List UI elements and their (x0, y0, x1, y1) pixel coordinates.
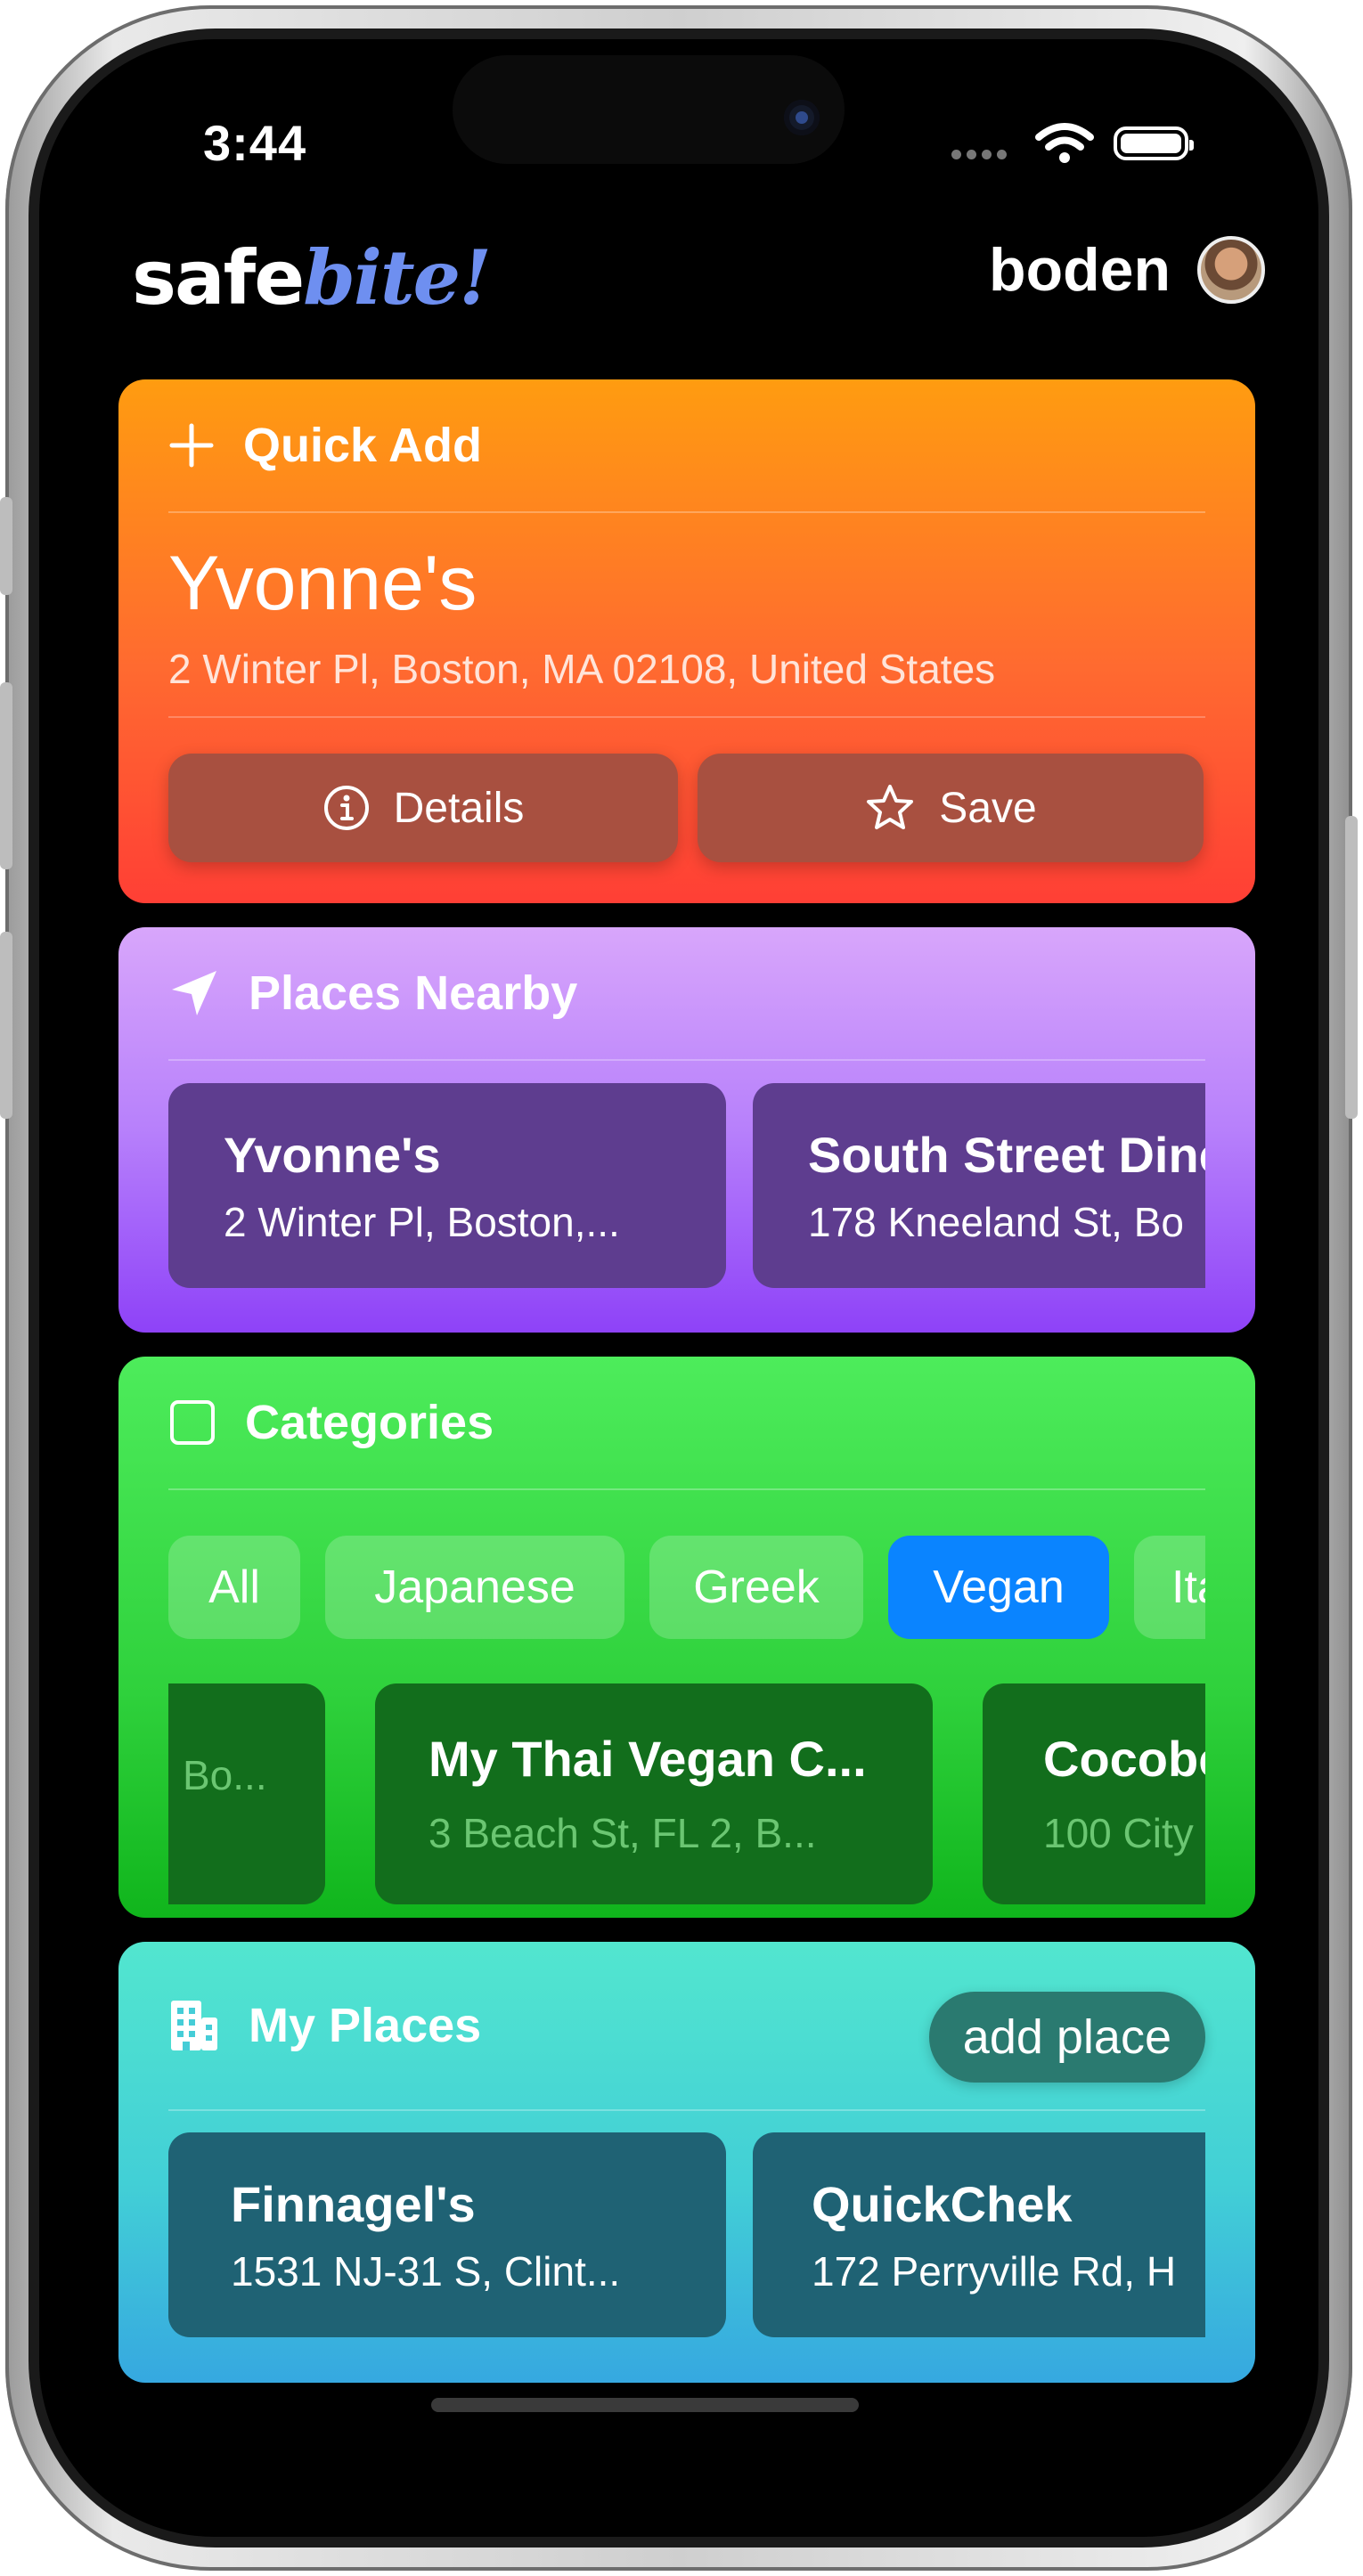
square-icon (170, 1400, 215, 1445)
place-address: 3 Beach St, FL 2, B... (428, 1810, 817, 1856)
quick-add-card: Quick Add Yvonne's 2 Winter Pl, Boston, … (118, 379, 1255, 903)
list-item[interactable]: QuickChek 172 Perryville Rd, H (753, 2132, 1205, 2337)
categories-header: Categories (168, 1357, 1205, 1490)
place-name: South Street Dine (808, 1127, 1205, 1183)
place-address: 1531 NJ-31 S, Clint... (231, 2248, 621, 2295)
categories-card: Categories All Japanese Greek Vegan Ita … (118, 1357, 1255, 1918)
list-item[interactable]: South Street Dine 178 Kneeland St, Bo (753, 1083, 1205, 1288)
star-icon (867, 785, 914, 829)
my-places-list[interactable]: Finnagel's 1531 NJ-31 S, Clint... QuickC… (168, 2132, 1205, 2339)
my-places-card: My Places add place Finnagel's 1531 NJ-3… (118, 1942, 1255, 2383)
place-address: 172 Perryville Rd, H (812, 2248, 1177, 2295)
place-name: QuickChek (812, 2176, 1073, 2232)
chip-italian[interactable]: Ita (1134, 1536, 1205, 1639)
chip-japanese[interactable]: Japanese (325, 1536, 624, 1639)
info-icon (323, 786, 369, 830)
status-time: 3:44 (203, 115, 307, 171)
logo-text-safe: safe (132, 234, 305, 322)
place-name: Cocobe (1043, 1731, 1205, 1787)
plus-icon (169, 423, 214, 468)
place-name: My Thai Vegan C... (428, 1731, 867, 1787)
categories-title: Categories (245, 1396, 494, 1449)
quick-add-place-name: Yvonne's (168, 541, 477, 626)
divider (168, 716, 1205, 718)
logo-text-bite: bite! (303, 233, 492, 322)
camera-icon (784, 100, 820, 135)
place-name: Yvonne's (224, 1127, 441, 1183)
place-name: Finnagel's (231, 2176, 476, 2232)
building-icon (171, 2001, 217, 2050)
list-item[interactable]: Cocobe 100 City (983, 1683, 1205, 1904)
signal-icon (951, 150, 1007, 159)
place-address: 100 City (1043, 1810, 1194, 1856)
details-label: Details (393, 784, 525, 832)
place-address: 178 Kneeland St, Bo (808, 1199, 1184, 1245)
avatar[interactable] (1197, 236, 1265, 304)
volume-down-button (0, 932, 12, 1119)
save-button[interactable]: Save (698, 754, 1204, 862)
list-item[interactable]: Bo... (168, 1683, 325, 1904)
my-places-title: My Places (249, 1999, 482, 2052)
chip-greek[interactable]: Greek (649, 1536, 863, 1639)
places-nearby-list[interactable]: Yvonne's 2 Winter Pl, Boston,... South S… (168, 1083, 1205, 1290)
location-arrow-icon (172, 971, 216, 1015)
details-button[interactable]: Details (168, 754, 678, 862)
quick-add-place-address: 2 Winter Pl, Boston, MA 02108, United St… (168, 646, 996, 692)
list-item[interactable]: My Thai Vegan C... 3 Beach St, FL 2, B..… (375, 1683, 933, 1904)
place-address: Bo... (183, 1752, 267, 1798)
chip-all[interactable]: All (168, 1536, 300, 1639)
wifi-icon (1035, 123, 1094, 163)
quick-add-title: Quick Add (243, 419, 483, 472)
place-address: 2 Winter Pl, Boston,... (224, 1199, 620, 1245)
battery-icon (1114, 126, 1194, 160)
app-logo: safebite! (132, 233, 492, 322)
places-nearby-card: Places Nearby Yvonne's 2 Winter Pl, Bost… (118, 927, 1255, 1333)
action-button (0, 497, 12, 595)
list-item[interactable]: Finnagel's 1531 NJ-31 S, Clint... (168, 2132, 726, 2337)
chip-vegan[interactable]: Vegan (888, 1536, 1109, 1639)
power-button (1345, 816, 1358, 1119)
category-chips[interactable]: All Japanese Greek Vegan Ita (168, 1536, 1205, 1641)
places-nearby-header: Places Nearby (168, 927, 1205, 1061)
save-label: Save (939, 784, 1037, 832)
add-place-button[interactable]: add place (928, 1992, 1205, 2083)
places-nearby-title: Places Nearby (249, 966, 578, 1020)
list-item[interactable]: Yvonne's 2 Winter Pl, Boston,... (168, 1083, 726, 1288)
category-places-list[interactable]: Bo... My Thai Vegan C... 3 Beach St, FL … (168, 1683, 1205, 1906)
username: boden (989, 236, 1171, 304)
volume-up-button (0, 682, 12, 869)
home-indicator[interactable] (431, 2398, 859, 2412)
quick-add-header: Quick Add (168, 379, 1205, 513)
user-profile[interactable]: boden (989, 235, 1265, 305)
